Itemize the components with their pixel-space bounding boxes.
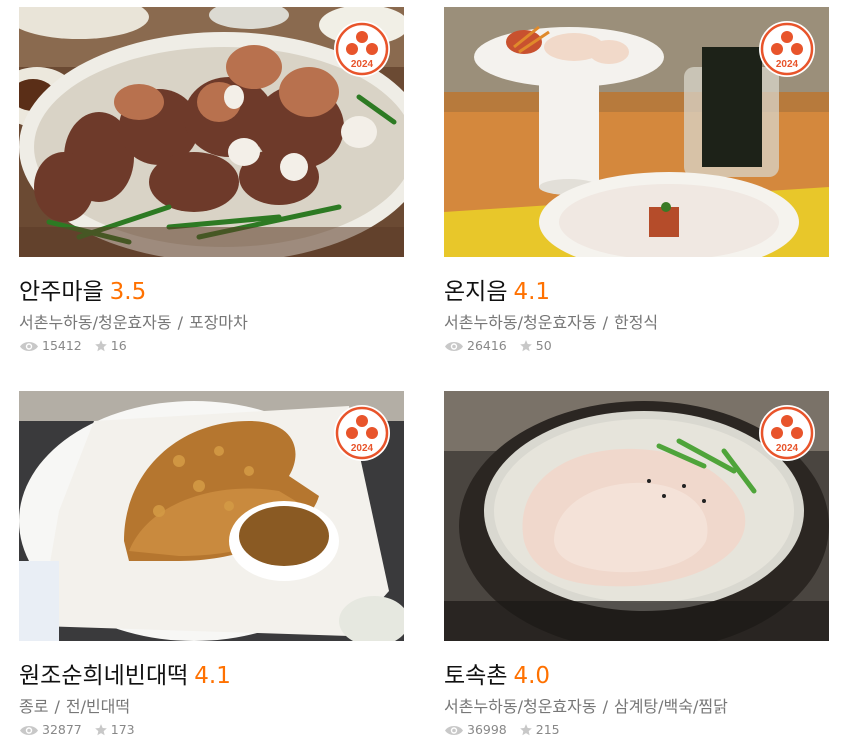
restaurant-area: 서촌누하동/청운효자동 bbox=[19, 313, 172, 332]
favorite-count: 215 bbox=[535, 722, 560, 737]
favorite-count: 173 bbox=[110, 722, 135, 737]
star-icon bbox=[94, 340, 107, 352]
restaurant-name[interactable]: 안주마을 bbox=[19, 279, 104, 305]
restaurant-score: 4.0 bbox=[513, 663, 551, 689]
award-badge-year: 2024 bbox=[776, 443, 799, 454]
favorite-count: 50 bbox=[535, 338, 552, 353]
restaurant-category: 한정식 bbox=[613, 313, 659, 332]
favorite-count: 16 bbox=[110, 338, 127, 353]
restaurant-name[interactable]: 온지음 bbox=[444, 279, 507, 305]
restaurant-category: 삼계탕/백숙/찜닭 bbox=[613, 697, 728, 716]
eye-icon bbox=[20, 341, 38, 351]
eye-icon bbox=[20, 725, 38, 735]
restaurant-category: 포장마차 bbox=[188, 313, 248, 332]
restaurant-score: 4.1 bbox=[513, 279, 551, 305]
award-badge-year: 2024 bbox=[351, 443, 374, 454]
restaurant-photo[interactable]: 2024 bbox=[19, 7, 404, 257]
restaurant-area: 서촌누하동/청운효자동 bbox=[444, 313, 597, 332]
eye-icon bbox=[445, 725, 463, 735]
restaurant-name[interactable]: 토속촌 bbox=[444, 663, 507, 689]
award-badge-icon: 2024 bbox=[333, 404, 391, 462]
restaurant-photo[interactable]: 2024 bbox=[444, 391, 829, 641]
restaurant-name[interactable]: 원조순희네빈대떡 bbox=[19, 663, 188, 689]
eye-icon bbox=[445, 341, 463, 351]
separator: / bbox=[602, 313, 608, 332]
award-badge-year: 2024 bbox=[776, 59, 799, 70]
view-count: 26416 bbox=[467, 338, 507, 353]
view-count: 36998 bbox=[467, 722, 507, 737]
restaurant-area: 종로 bbox=[19, 697, 49, 716]
award-badge-icon: 2024 bbox=[333, 20, 391, 78]
star-icon bbox=[519, 340, 532, 352]
restaurant-category: 전/빈대떡 bbox=[65, 697, 131, 716]
restaurant-area: 서촌누하동/청운효자동 bbox=[444, 697, 597, 716]
restaurant-score: 3.5 bbox=[109, 279, 147, 305]
separator: / bbox=[602, 697, 608, 716]
restaurant-photo[interactable]: 2024 bbox=[444, 7, 829, 257]
separator: / bbox=[54, 697, 60, 716]
view-count: 15412 bbox=[42, 338, 82, 353]
award-badge-icon: 2024 bbox=[758, 404, 816, 462]
star-icon bbox=[94, 724, 107, 736]
award-badge-icon: 2024 bbox=[758, 20, 816, 78]
star-icon bbox=[519, 724, 532, 736]
award-badge-year: 2024 bbox=[351, 59, 374, 70]
restaurant-photo[interactable]: 2024 bbox=[19, 391, 404, 641]
view-count: 32877 bbox=[42, 722, 82, 737]
restaurant-score: 4.1 bbox=[194, 663, 231, 689]
separator: / bbox=[177, 313, 183, 332]
